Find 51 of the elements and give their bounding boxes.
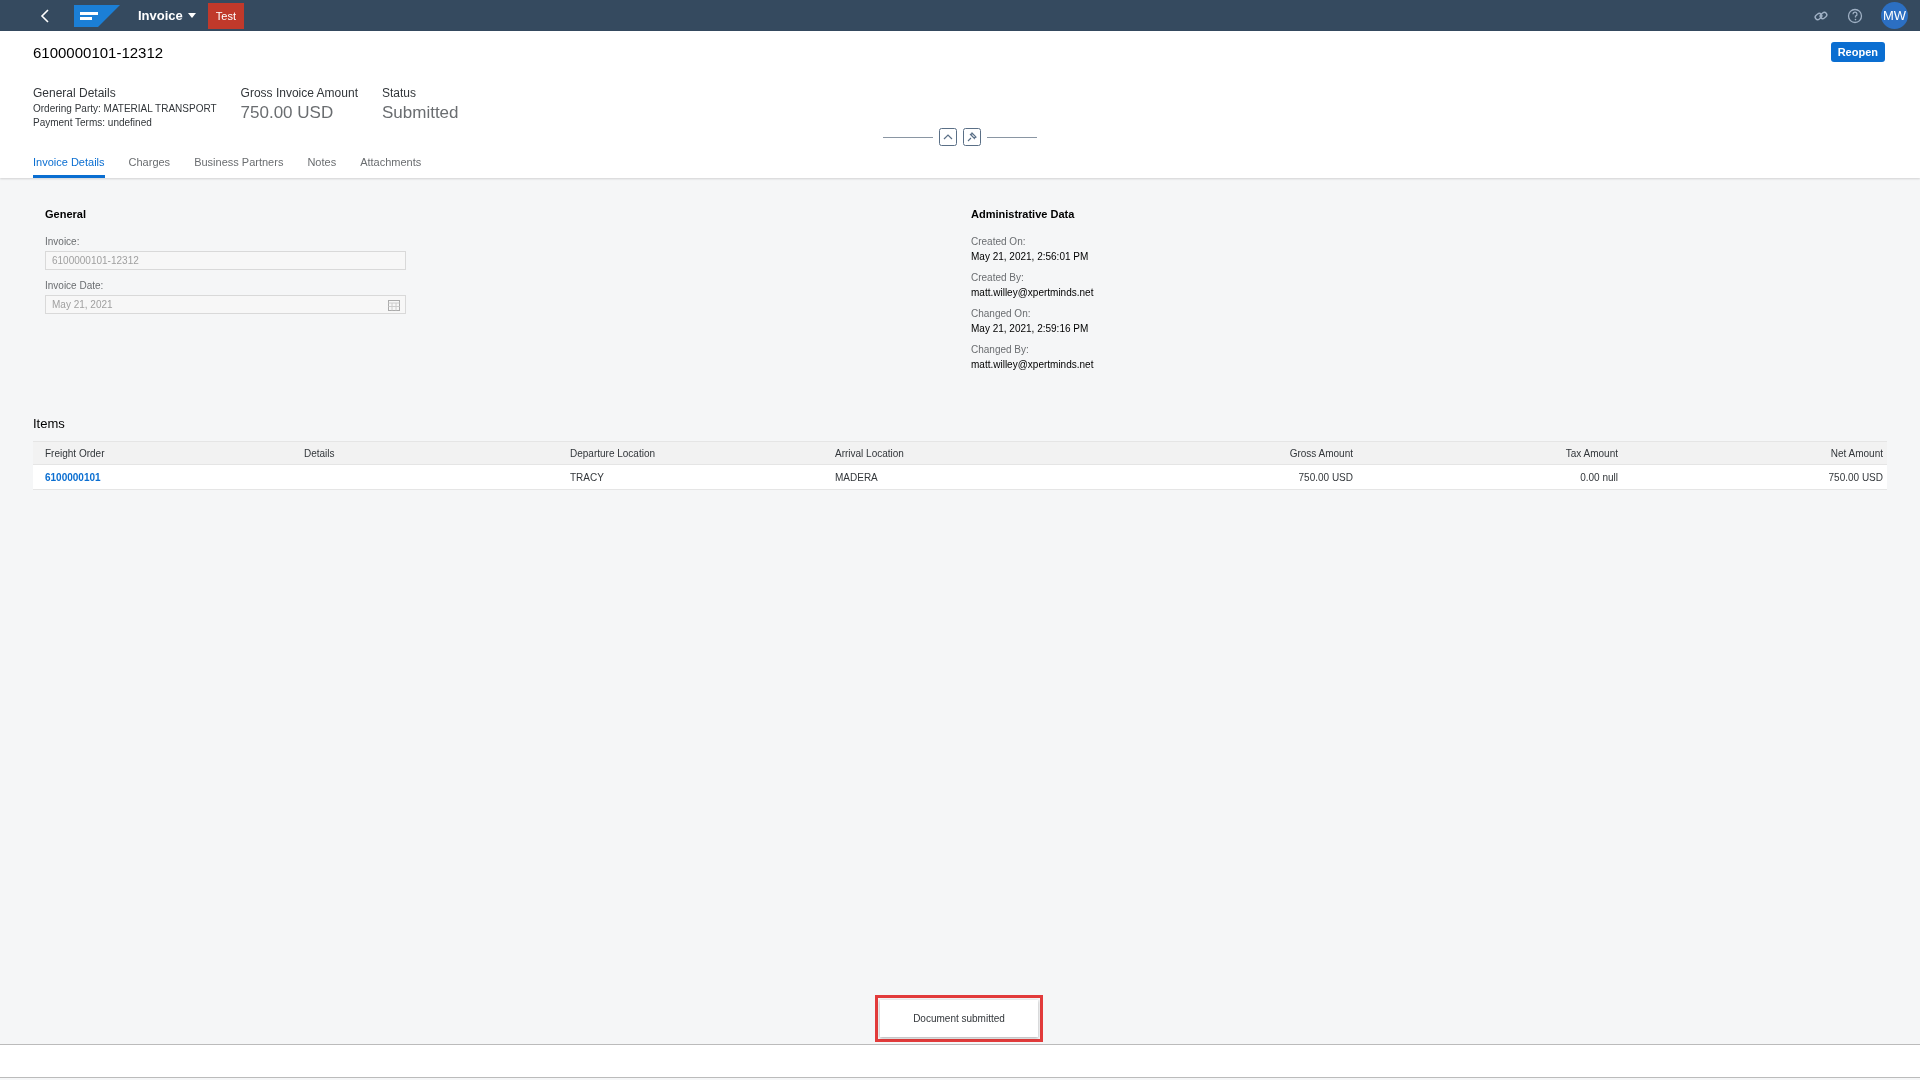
field-value: May 21, 2021, 2:56:01 PM — [971, 251, 1090, 262]
header-attribute: Payment Terms: undefined — [33, 117, 153, 128]
column-header: Freight Order — [45, 447, 105, 459]
section-title: Administrative Data — [971, 208, 1076, 220]
header-label: Status — [381, 86, 417, 100]
table-cell: 750.00 USD — [1828, 471, 1883, 483]
column-header: Departure Location — [570, 447, 656, 459]
field-label: Invoice Date: — [45, 280, 105, 291]
header-value: Submitted — [381, 103, 459, 123]
tab[interactable]: Business Partners — [194, 150, 284, 178]
field-value: May 21, 2021, 2:59:16 PM — [971, 323, 1090, 334]
column-header: Details — [304, 447, 335, 459]
field-label: Changed On: — [971, 308, 1032, 319]
pin-icon[interactable] — [963, 128, 981, 146]
table-cell: 750.00 USD — [1298, 471, 1353, 483]
user-avatar[interactable]: MW — [1881, 2, 1908, 29]
tab[interactable]: Charges — [128, 150, 171, 178]
header-value: 750.00 USD — [240, 103, 335, 123]
header-label: Gross Invoice Amount — [240, 86, 358, 100]
field-label: Created By: — [971, 272, 1025, 283]
field-value: matt.willey@xpertminds.net — [971, 287, 1095, 298]
column-header: Gross Amount — [1289, 447, 1353, 459]
back-icon[interactable] — [40, 8, 50, 23]
logo-icon[interactable] — [74, 4, 120, 27]
collapse-icon[interactable] — [939, 128, 957, 146]
field-label: Created On: — [971, 236, 1027, 247]
tab[interactable]: Notes — [307, 150, 337, 178]
table-cell: MADERA — [835, 471, 878, 483]
toast-message: Document submitted — [880, 1000, 1038, 1037]
freight-order-link[interactable]: 6100000101 — [45, 471, 101, 483]
column-header: Net Amount — [1830, 447, 1883, 459]
header-label: General Details — [33, 86, 117, 100]
table-cell: 0.00 null — [1580, 471, 1618, 483]
field-label: Invoice: — [45, 236, 81, 247]
reopen-button[interactable]: Reopen — [1830, 42, 1885, 62]
section-title: General — [45, 208, 87, 220]
header-attribute: Ordering Party: MATERIAL TRANSPORT — [33, 103, 217, 114]
caret-icon — [187, 13, 196, 18]
tab[interactable]: Invoice Details — [33, 150, 105, 178]
help-icon[interactable] — [1847, 7, 1863, 24]
object-title: 6100000101-12312 — [33, 43, 164, 61]
table-row[interactable]: 6100000101 TRACY MADERA 750.00 USD 0.00 null 750.00 USD — [33, 465, 1887, 490]
table-title: Items — [33, 416, 66, 431]
system-badge: Test — [207, 2, 244, 29]
table-cell: TRACY — [570, 471, 604, 483]
field-value: matt.willey@xpertminds.net — [971, 359, 1095, 370]
column-header: Tax Amount — [1565, 447, 1618, 459]
app-title-menu[interactable]: Invoice — [138, 8, 196, 23]
tab[interactable]: Attachments — [360, 150, 422, 178]
field-label: Changed By: — [971, 344, 1030, 355]
column-header: Arrival Location — [835, 447, 904, 459]
